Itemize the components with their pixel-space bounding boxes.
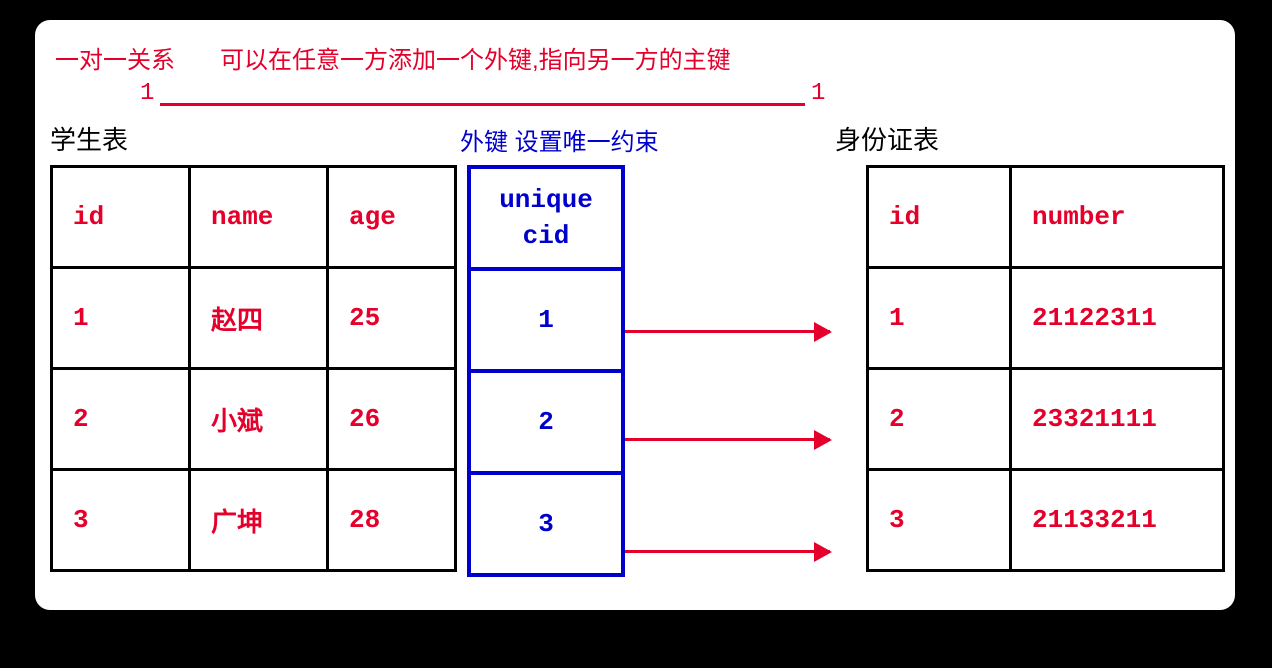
student-table-label: 学生表 bbox=[50, 120, 128, 157]
cell-number: 23321111 bbox=[1011, 369, 1224, 470]
header-age: age bbox=[328, 167, 456, 268]
cell-id: 2 bbox=[868, 369, 1011, 470]
table-header-row: id name age bbox=[52, 167, 456, 268]
relation-title: 一对一关系 bbox=[55, 40, 175, 75]
fk-arrow-icon bbox=[625, 550, 830, 553]
cell-cid: 1 bbox=[469, 269, 623, 371]
header-name: name bbox=[190, 167, 328, 268]
table-row: 1 赵四 25 bbox=[52, 268, 456, 369]
idcard-table: id number 1 21122311 2 23321111 3 211332… bbox=[866, 165, 1225, 572]
cell-age: 28 bbox=[328, 470, 456, 571]
fk-arrow-icon bbox=[625, 330, 830, 333]
cell-age: 25 bbox=[328, 268, 456, 369]
cell-id: 2 bbox=[52, 369, 190, 470]
unique-label: unique bbox=[499, 185, 593, 215]
header-cid: unique cid bbox=[469, 167, 623, 269]
relation-description: 可以在任意一方添加一个外键,指向另一方的主键 bbox=[220, 40, 731, 75]
header-id: id bbox=[868, 167, 1011, 268]
table-row: 2 23321111 bbox=[868, 369, 1224, 470]
cardinality-left: 1 bbox=[140, 80, 154, 107]
fk-arrow-icon bbox=[625, 438, 830, 441]
cell-id: 3 bbox=[52, 470, 190, 571]
cell-number: 21122311 bbox=[1011, 268, 1224, 369]
relation-line bbox=[160, 103, 805, 106]
table-row: 3 广坤 28 bbox=[52, 470, 456, 571]
header-number: number bbox=[1011, 167, 1224, 268]
cell-name: 广坤 bbox=[190, 470, 328, 571]
diagram-panel: 一对一关系 可以在任意一方添加一个外键,指向另一方的主键 1 1 学生表 身份证… bbox=[35, 20, 1235, 610]
cell-age: 26 bbox=[328, 369, 456, 470]
cell-cid: 2 bbox=[469, 371, 623, 473]
fk-note: 外键 设置唯一约束 bbox=[460, 122, 659, 157]
cell-number: 21133211 bbox=[1011, 470, 1224, 571]
table-row: 3 bbox=[469, 473, 623, 575]
table-row: 1 21122311 bbox=[868, 268, 1224, 369]
student-table: id name age 1 赵四 25 2 小斌 26 3 广坤 28 bbox=[50, 165, 457, 572]
idcard-table-label: 身份证表 bbox=[835, 120, 939, 157]
table-header-row: id number bbox=[868, 167, 1224, 268]
cell-id: 3 bbox=[868, 470, 1011, 571]
header-id: id bbox=[52, 167, 190, 268]
table-row: 3 21133211 bbox=[868, 470, 1224, 571]
cell-id: 1 bbox=[52, 268, 190, 369]
cid-label: cid bbox=[523, 221, 570, 251]
cell-cid: 3 bbox=[469, 473, 623, 575]
table-header-row: unique cid bbox=[469, 167, 623, 269]
table-row: 1 bbox=[469, 269, 623, 371]
cardinality-right: 1 bbox=[811, 80, 825, 107]
cell-name: 赵四 bbox=[190, 268, 328, 369]
cell-id: 1 bbox=[868, 268, 1011, 369]
table-row: 2 小斌 26 bbox=[52, 369, 456, 470]
fk-column-table: unique cid 1 2 3 bbox=[467, 165, 625, 577]
table-row: 2 bbox=[469, 371, 623, 473]
cell-name: 小斌 bbox=[190, 369, 328, 470]
